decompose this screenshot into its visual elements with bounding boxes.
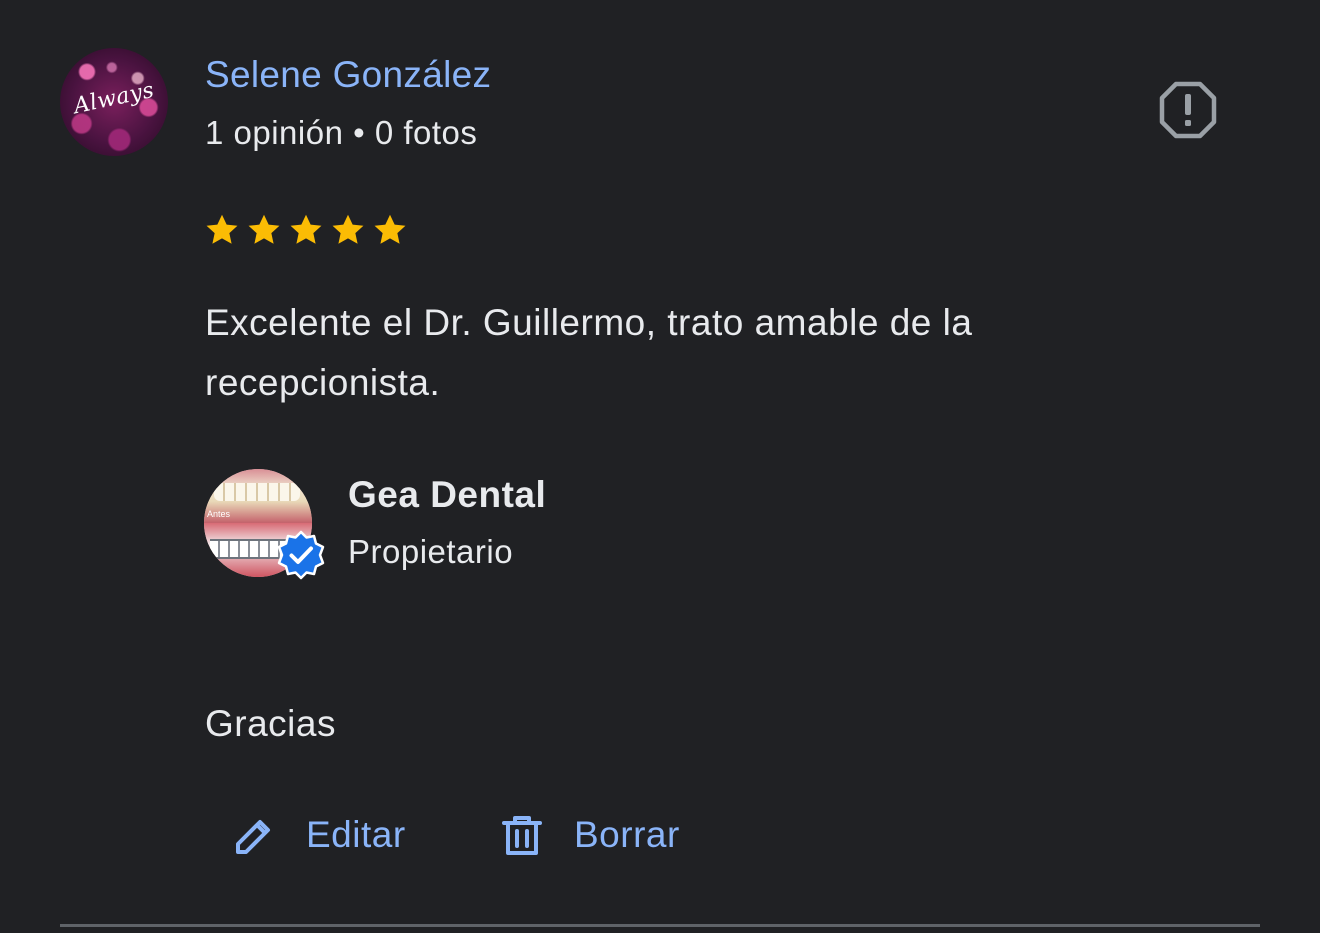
author-meta: 1 opinión • 0 fotos bbox=[205, 114, 478, 151]
star-icon bbox=[206, 214, 238, 244]
star-icon bbox=[374, 214, 406, 244]
trash-icon bbox=[502, 816, 542, 855]
edit-label: Editar bbox=[306, 814, 406, 855]
review-text: Excelente el Dr. Guillermo, trato amable… bbox=[205, 302, 973, 403]
delete-button[interactable]: Borrar bbox=[500, 805, 680, 865]
owner-reply-text: Gracias bbox=[205, 703, 336, 744]
author-avatar-text: Always bbox=[71, 77, 157, 120]
divider bbox=[60, 924, 1260, 927]
pencil-icon bbox=[236, 820, 270, 854]
owner-name: Gea Dental bbox=[348, 474, 547, 515]
review-card: Always Selene González 1 opinión • 0 fot… bbox=[0, 0, 1320, 933]
owner-avatar-teeth bbox=[214, 483, 300, 501]
star-icon bbox=[248, 214, 280, 244]
author-name[interactable]: Selene González bbox=[205, 54, 491, 96]
author-avatar[interactable]: Always bbox=[60, 48, 168, 156]
delete-label: Borrar bbox=[574, 814, 680, 855]
verified-badge-icon bbox=[277, 530, 325, 580]
owner-role: Propietario bbox=[348, 533, 514, 570]
star-icon bbox=[332, 214, 364, 244]
star-rating bbox=[204, 212, 408, 248]
edit-button[interactable]: Editar bbox=[232, 805, 406, 865]
report-icon[interactable] bbox=[1158, 80, 1218, 140]
owner-avatar-text: Antes bbox=[207, 509, 231, 519]
star-icon bbox=[290, 214, 322, 244]
